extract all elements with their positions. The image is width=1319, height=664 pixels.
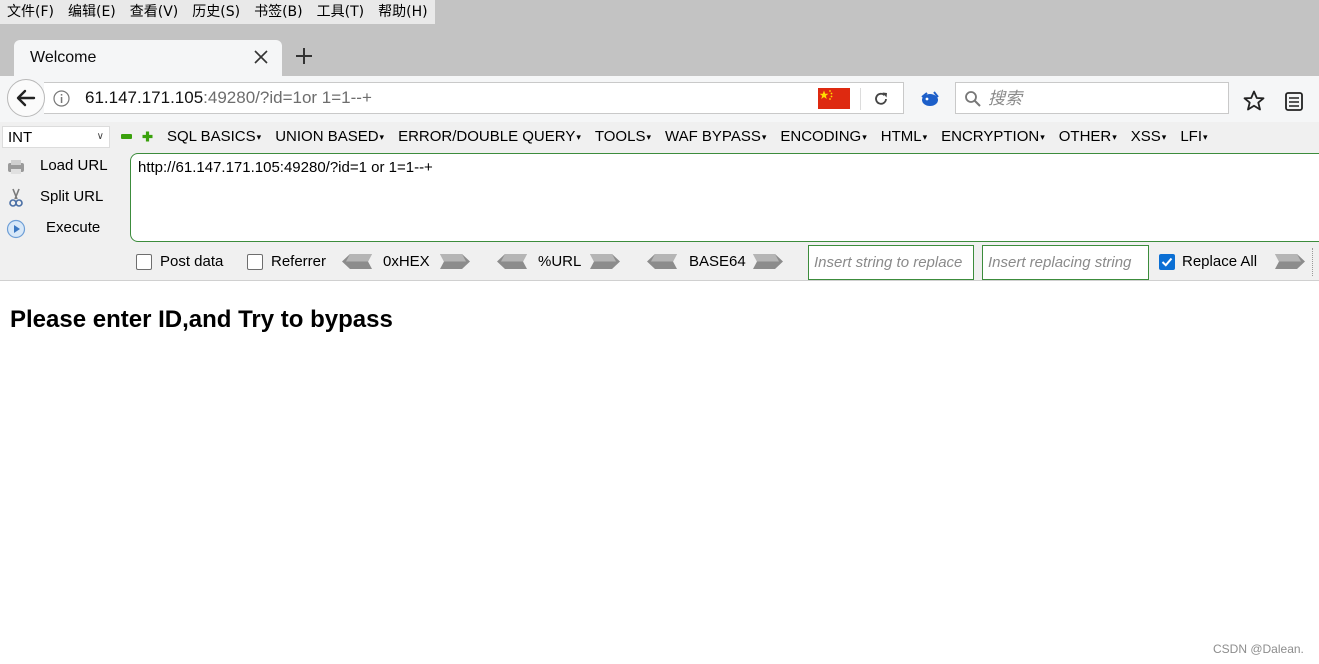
split-url-button[interactable]: Split URL bbox=[2, 185, 122, 211]
url-text[interactable]: 61.147.171.105:49280/?id=1or 1=1--+ bbox=[85, 88, 372, 108]
menu-encryption[interactable]: ENCRYPTION bbox=[934, 127, 1052, 147]
referrer-checkbox[interactable] bbox=[247, 254, 263, 270]
replace-arrow-icon[interactable] bbox=[1275, 253, 1305, 270]
tab-title: Welcome bbox=[30, 49, 97, 66]
split-url-label: Split URL bbox=[40, 188, 104, 205]
menu-list: 文件(F) 编辑(E) 查看(V) 历史(S) 书签(B) 工具(T) 帮助(H… bbox=[0, 0, 435, 24]
menu-xss[interactable]: XSS bbox=[1124, 127, 1174, 147]
post-data-label: Post data bbox=[160, 253, 224, 270]
replacing-string-input[interactable] bbox=[982, 245, 1149, 280]
url-rest: :49280/?id=1or 1=1--+ bbox=[203, 88, 372, 107]
execute-label: Execute bbox=[46, 219, 101, 236]
chevron-down-icon: ∨ bbox=[96, 131, 104, 142]
load-url-button[interactable]: Load URL bbox=[2, 154, 122, 180]
menu-sql-basics[interactable]: SQL BASICS bbox=[160, 127, 268, 147]
url-textarea-value: http://61.147.171.105:49280/?id=1 or 1=1… bbox=[138, 159, 433, 176]
back-arrow-icon bbox=[16, 89, 36, 107]
navigation-bar: 61.147.171.105:49280/?id=1or 1=1--+ bbox=[0, 76, 1319, 122]
increase-icon[interactable] bbox=[141, 130, 154, 143]
post-data-checkbox[interactable] bbox=[136, 254, 152, 270]
search-icon bbox=[965, 91, 981, 107]
load-url-icon bbox=[8, 160, 24, 174]
url-encode-label: %URL bbox=[538, 253, 582, 270]
replace-string-input[interactable] bbox=[808, 245, 974, 280]
resize-handle[interactable] bbox=[1312, 248, 1313, 276]
tab-welcome[interactable]: Welcome bbox=[14, 40, 282, 76]
back-button[interactable] bbox=[7, 79, 45, 117]
execute-button[interactable]: Execute bbox=[2, 216, 122, 242]
menu-bookmarks[interactable]: 书签(B) bbox=[247, 0, 310, 24]
page-heading: Please enter ID,and Try to bypass bbox=[10, 306, 393, 333]
referrer-label: Referrer bbox=[271, 253, 327, 270]
menu-error-double-query[interactable]: ERROR/DOUBLE QUERY bbox=[391, 127, 588, 147]
scissors-icon bbox=[9, 188, 23, 207]
menu-tools[interactable]: 工具(T) bbox=[310, 0, 371, 24]
base64-decode-arrow-icon[interactable] bbox=[647, 253, 677, 270]
type-select-value: INT bbox=[8, 129, 33, 146]
hex-label: 0xHEX bbox=[383, 253, 430, 270]
menu-html[interactable]: HTML bbox=[874, 127, 934, 147]
divider bbox=[860, 88, 861, 110]
checkmark-icon bbox=[1161, 257, 1173, 267]
reload-icon[interactable] bbox=[872, 90, 890, 108]
play-icon bbox=[6, 219, 26, 239]
bookmark-star-icon[interactable] bbox=[1242, 89, 1266, 113]
extension-icon[interactable] bbox=[919, 90, 941, 108]
decrease-icon[interactable] bbox=[121, 134, 132, 139]
url-decode-arrow-icon[interactable] bbox=[497, 253, 527, 270]
hackbar-menu: SQL BASICS UNION BASED ERROR/DOUBLE QUER… bbox=[160, 127, 1215, 147]
menu-bar: 文件(F) 编辑(E) 查看(V) 历史(S) 书签(B) 工具(T) 帮助(H… bbox=[0, 0, 1319, 24]
china-flag-icon[interactable] bbox=[818, 88, 850, 109]
replace-all-label: Replace All bbox=[1182, 253, 1258, 270]
menu-other[interactable]: OTHER bbox=[1052, 127, 1124, 147]
search-input[interactable] bbox=[986, 87, 1220, 111]
search-box[interactable] bbox=[955, 82, 1229, 114]
url-host: 61.147.171.105 bbox=[85, 88, 204, 107]
tab-strip: Welcome bbox=[0, 24, 1319, 76]
menu-union-based[interactable]: UNION BASED bbox=[268, 127, 391, 147]
menu-lfi[interactable]: LFI bbox=[1173, 127, 1214, 147]
watermark: CSDN @Dalean. bbox=[1213, 642, 1304, 656]
library-icon[interactable] bbox=[1283, 90, 1305, 112]
hex-encode-arrow-icon[interactable] bbox=[440, 253, 470, 270]
menu-tools[interactable]: TOOLS bbox=[588, 127, 658, 147]
menu-history[interactable]: 历史(S) bbox=[185, 0, 247, 24]
menu-help[interactable]: 帮助(H) bbox=[371, 0, 434, 24]
hex-decode-arrow-icon[interactable] bbox=[342, 253, 372, 270]
menu-file[interactable]: 文件(F) bbox=[0, 0, 61, 24]
menu-encoding[interactable]: ENCODING bbox=[773, 127, 873, 147]
new-tab-icon[interactable] bbox=[292, 44, 316, 68]
address-bar[interactable]: 61.147.171.105:49280/?id=1or 1=1--+ bbox=[44, 82, 904, 114]
load-url-label: Load URL bbox=[40, 157, 108, 174]
type-select[interactable]: INT ∨ bbox=[2, 126, 110, 148]
menu-edit[interactable]: 编辑(E) bbox=[61, 0, 123, 24]
info-icon[interactable] bbox=[53, 90, 70, 107]
base64-label: BASE64 bbox=[689, 253, 746, 270]
replace-all-checkbox[interactable] bbox=[1159, 254, 1175, 270]
menu-view[interactable]: 查看(V) bbox=[123, 0, 186, 24]
url-encode-arrow-icon[interactable] bbox=[590, 253, 620, 270]
base64-encode-arrow-icon[interactable] bbox=[753, 253, 783, 270]
url-textarea[interactable]: http://61.147.171.105:49280/?id=1 or 1=1… bbox=[130, 153, 1319, 242]
menu-waf-bypass[interactable]: WAF BYPASS bbox=[658, 127, 773, 147]
flag-stars-icon bbox=[819, 90, 833, 100]
close-icon[interactable] bbox=[252, 48, 270, 66]
